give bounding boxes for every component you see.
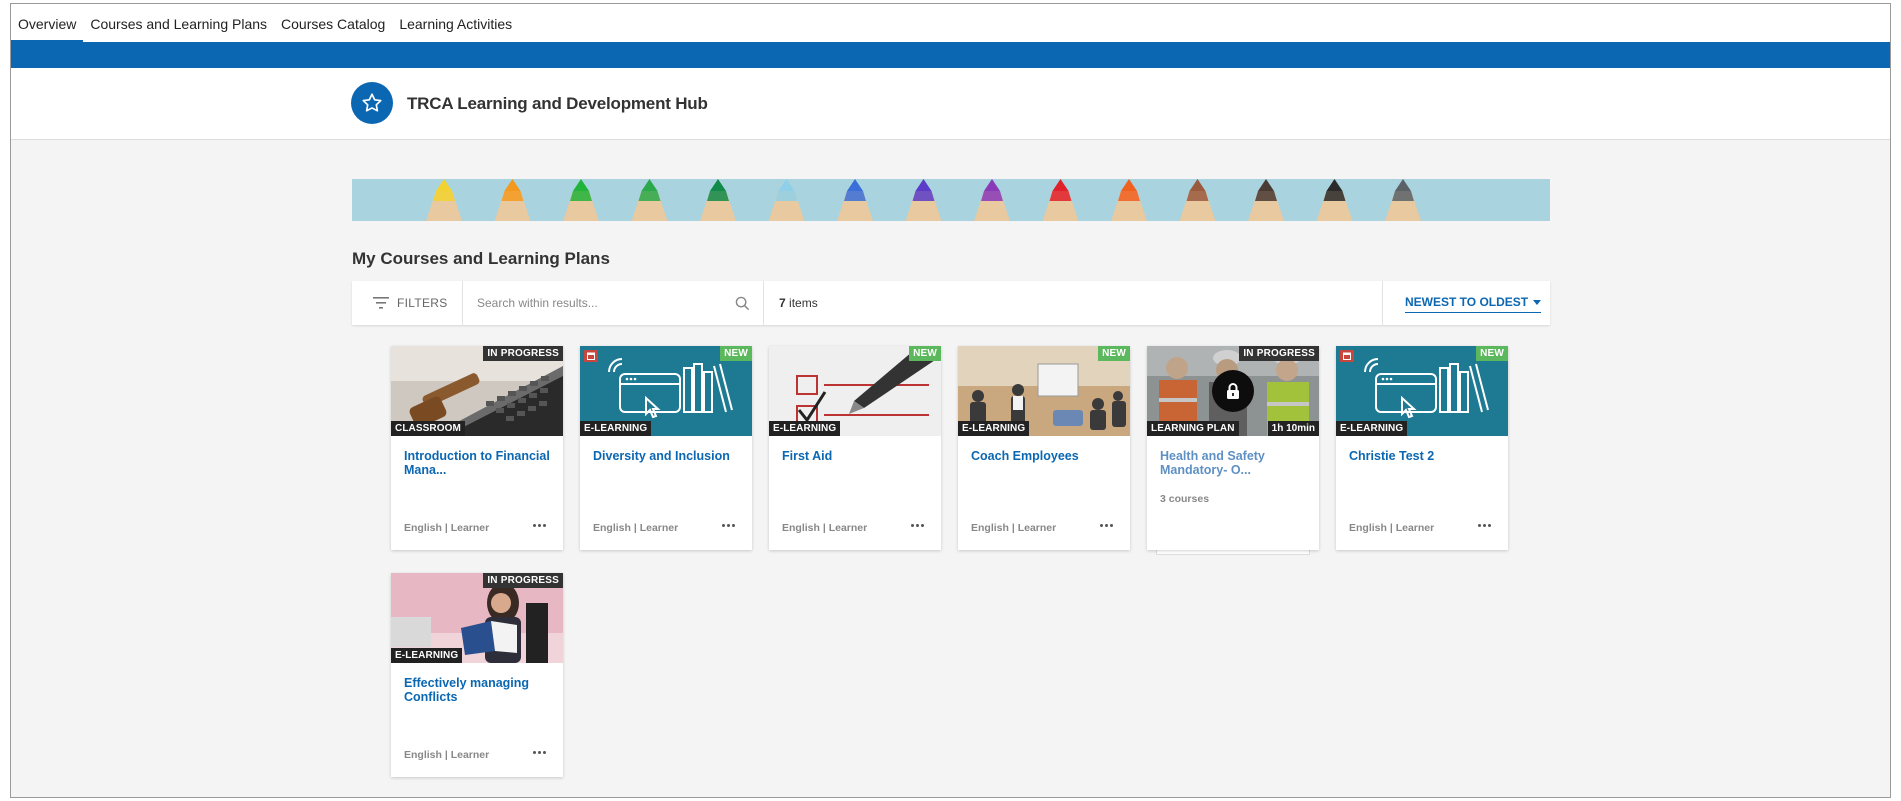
more-options-icon[interactable] <box>722 524 735 527</box>
card-title[interactable]: Health and Safety Mandatory- O... <box>1160 449 1310 477</box>
items-count: 7 items <box>779 296 818 310</box>
course-thumbnail: IN PROGRESS E-LEARNING <box>391 573 563 663</box>
course-thumbnail: IN PROGRESS CLASSROOM <box>391 346 563 436</box>
course-thumbnail: NEW E-LEARNING <box>769 346 941 436</box>
course-thumbnail: NEW E-LEARNING <box>1336 346 1508 436</box>
filters-label: FILTERS <box>397 296 448 310</box>
course-count: 3 courses <box>1160 493 1210 505</box>
tab-courses-and-learning-plans[interactable]: Courses and Learning Plans <box>83 4 274 42</box>
search-icon[interactable] <box>735 296 750 311</box>
card-title[interactable]: Introduction to Financial Mana... <box>404 449 554 477</box>
banner-image <box>352 179 1550 221</box>
search-input[interactable] <box>477 293 727 313</box>
course-card[interactable]: NEW E-LEARNING Coach Employees English |… <box>958 346 1130 550</box>
status-badge: NEW <box>1476 346 1508 361</box>
type-badge: E-LEARNING <box>958 421 1030 436</box>
top-nav: Overview Courses and Learning Plans Cour… <box>11 4 1890 42</box>
filter-bar: FILTERS 7 items NEWEST TO OLDEST <box>352 281 1550 325</box>
type-badge: E-LEARNING <box>769 421 841 436</box>
tab-overview[interactable]: Overview <box>11 4 84 42</box>
hub-header: TRCA Learning and Development Hub <box>11 68 1890 140</box>
status-badge: NEW <box>720 346 752 361</box>
card-meta: English | Learner <box>971 522 1057 534</box>
status-badge: IN PROGRESS <box>483 573 563 588</box>
more-options-icon[interactable] <box>1100 524 1113 527</box>
filter-icon <box>373 297 389 309</box>
brand-bar <box>11 42 1890 68</box>
type-badge: CLASSROOM <box>391 421 465 436</box>
items-count-label: items <box>785 296 818 310</box>
course-thumbnail: NEW E-LEARNING <box>580 346 752 436</box>
tab-courses-catalog[interactable]: Courses Catalog <box>274 4 392 42</box>
filters-button[interactable]: FILTERS <box>352 281 463 325</box>
caret-down-icon <box>1533 299 1542 305</box>
colored-pencils-image <box>352 179 1550 221</box>
sort-control: NEWEST TO OLDEST <box>1382 281 1550 325</box>
card-title[interactable]: Christie Test 2 <box>1349 449 1499 463</box>
star-icon <box>362 93 382 112</box>
duration-badge: 1h 10min <box>1267 421 1319 436</box>
course-card[interactable]: NEW E-LEARNING First Aid English | Learn… <box>769 346 941 550</box>
card-meta: English | Learner <box>782 522 868 534</box>
calendar-icon <box>584 350 598 362</box>
calendar-icon <box>1340 350 1354 362</box>
course-card[interactable]: IN PROGRESS E-LEARNING Effectively manag… <box>391 573 563 777</box>
sort-dropdown[interactable]: NEWEST TO OLDEST <box>1405 295 1542 313</box>
status-badge: IN PROGRESS <box>1239 346 1319 361</box>
status-badge: NEW <box>909 346 941 361</box>
more-options-icon[interactable] <box>911 524 924 527</box>
card-title[interactable]: First Aid <box>782 449 932 463</box>
app-frame: Overview Courses and Learning Plans Cour… <box>10 3 1891 798</box>
course-thumbnail: IN PROGRESS LEARNING PLAN 1h 10min <box>1147 346 1319 436</box>
learning-plan-card[interactable]: IN PROGRESS LEARNING PLAN 1h 10min Healt… <box>1147 346 1319 550</box>
status-badge: NEW <box>1098 346 1130 361</box>
card-title[interactable]: Diversity and Inclusion <box>593 449 743 463</box>
type-badge: E-LEARNING <box>580 421 652 436</box>
type-badge: E-LEARNING <box>391 648 463 663</box>
status-badge: IN PROGRESS <box>483 346 563 361</box>
more-options-icon[interactable] <box>533 524 546 527</box>
items-count-value: 7 <box>779 296 786 310</box>
type-badge: E-LEARNING <box>1336 421 1408 436</box>
section-title: My Courses and Learning Plans <box>352 249 610 268</box>
more-options-icon[interactable] <box>533 751 546 754</box>
card-title[interactable]: Effectively managing Conflicts <box>404 676 554 704</box>
course-card[interactable]: IN PROGRESS CLASSROOM Introduction to Fi… <box>391 346 563 550</box>
more-options-icon[interactable] <box>1478 524 1491 527</box>
hub-logo <box>351 82 393 124</box>
card-meta: English | Learner <box>593 522 679 534</box>
type-badge: LEARNING PLAN <box>1147 421 1239 436</box>
course-thumbnail: NEW E-LEARNING <box>958 346 1130 436</box>
card-meta: English | Learner <box>404 749 490 761</box>
hub-title: TRCA Learning and Development Hub <box>407 94 708 113</box>
search-box <box>463 281 764 325</box>
sort-label: NEWEST TO OLDEST <box>1405 295 1529 309</box>
course-card[interactable]: NEW E-LEARNING Christie Test 2 English |… <box>1336 346 1508 550</box>
lock-icon <box>1212 370 1254 412</box>
course-card[interactable]: NEW E-LEARNING Diversity and Inclusion E… <box>580 346 752 550</box>
card-title[interactable]: Coach Employees <box>971 449 1121 463</box>
card-meta: English | Learner <box>1349 522 1435 534</box>
card-meta: English | Learner <box>404 522 490 534</box>
stack-edge <box>1156 550 1310 555</box>
tab-learning-activities[interactable]: Learning Activities <box>392 4 519 42</box>
